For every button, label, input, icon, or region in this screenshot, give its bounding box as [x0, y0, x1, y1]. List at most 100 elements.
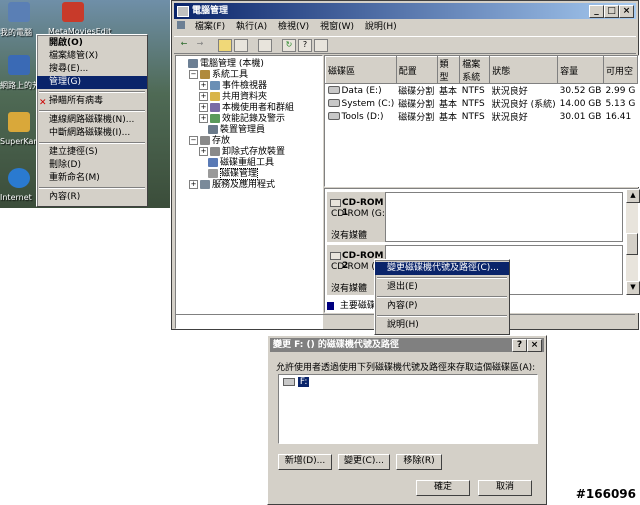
menu-help[interactable]: 說明(H) — [361, 20, 401, 35]
volume-icon — [327, 99, 340, 107]
dialog-close-button[interactable]: × — [527, 339, 542, 352]
change-button[interactable]: 變更(C)... — [338, 454, 390, 470]
back-icon[interactable]: ← — [178, 39, 190, 50]
tree-item[interactable]: + 本機使用者和群組 — [199, 103, 294, 114]
dialog-help-button[interactable]: ? — [512, 339, 527, 352]
list-item[interactable]: F: — [283, 377, 310, 387]
tree-node-icon — [210, 92, 220, 101]
column-capacity[interactable]: 容量 — [557, 56, 604, 84]
close-button[interactable]: × — [619, 5, 634, 18]
menu-search[interactable]: 搜尋(E)... — [37, 63, 147, 76]
dialog-titlebar[interactable]: 變更 F: () 的磁碟機代號及路徑 ? × — [270, 338, 544, 352]
expand-icon[interactable] — [199, 170, 206, 177]
tree-item[interactable]: + 服務及應用程式 — [189, 180, 275, 191]
cdrom-1-area[interactable] — [385, 192, 623, 242]
tree-item[interactable]: − 存放 — [189, 136, 230, 147]
tree-item[interactable]: + 卸除式存放裝置 — [199, 147, 285, 158]
menu-rename[interactable]: 重新命名(M) — [37, 172, 147, 185]
expand-icon[interactable]: + — [199, 147, 208, 156]
tree-item[interactable]: + 事件檢視器 — [199, 81, 267, 92]
menu-properties[interactable]: 內容(R) — [37, 191, 147, 204]
menu-create-shortcut[interactable]: 建立捷徑(S) — [37, 146, 147, 159]
tree-item[interactable]: − 系統工具 — [189, 70, 248, 81]
menu-open[interactable]: 開啟(O) — [37, 37, 147, 50]
tree-item-label: 系統工具 — [212, 70, 249, 80]
menu-disconnect-network-drive[interactable]: 中斷網路磁碟機(I)... — [37, 127, 147, 140]
movie-app-icon[interactable] — [62, 2, 84, 22]
menu-file[interactable]: 檔案(F) — [191, 20, 229, 35]
column-status[interactable]: 狀態 — [489, 56, 559, 84]
expand-icon[interactable]: + — [199, 103, 208, 112]
menu-scan-virus[interactable]: ✕ 掃瞄所有病毒 — [37, 95, 147, 108]
volume-table-header: 磁碟區 配置 類型 檔案系統 狀態 容量 可用空 — [325, 56, 638, 84]
refresh-icon[interactable]: ↻ — [282, 39, 296, 52]
menu-disk-properties[interactable]: 內容(P) — [375, 300, 509, 313]
cancel-button[interactable]: 取消 — [478, 480, 532, 496]
menu-manage[interactable]: 管理(G) — [37, 76, 147, 89]
volume-fs: NTFS — [461, 85, 485, 96]
tree-item[interactable]: 電腦管理 (本機) — [179, 59, 264, 70]
add-button[interactable]: 新增(D)... — [278, 454, 332, 470]
expand-icon[interactable]: + — [199, 114, 208, 123]
disk-icon[interactable] — [314, 39, 328, 52]
menu-explorer[interactable]: 檔案總管(X) — [37, 50, 147, 63]
menu-map-network-drive[interactable]: 連線網路磁碟機(N)... — [37, 114, 147, 127]
menu-view[interactable]: 檢視(V) — [274, 20, 313, 35]
menu-delete[interactable]: 刪除(D) — [37, 159, 147, 172]
vertical-scrollbar[interactable]: ▲ ▼ — [626, 189, 640, 295]
super-app-icon[interactable] — [8, 112, 30, 132]
minimize-button[interactable]: _ — [589, 5, 604, 18]
volume-type: 基本 — [439, 100, 458, 110]
column-volume[interactable]: 磁碟區 — [325, 56, 397, 84]
drive-path-list[interactable]: F: — [278, 374, 538, 444]
maximize-button[interactable]: □ — [604, 5, 619, 18]
expand-icon[interactable]: − — [189, 70, 198, 79]
expand-icon[interactable]: + — [199, 92, 208, 101]
menu-separator — [39, 142, 145, 144]
volume-list: 磁碟區 配置 類型 檔案系統 狀態 容量 可用空 Data (E:) 磁碟分割 … — [324, 55, 639, 187]
expand-icon[interactable]: − — [189, 136, 198, 145]
menu-change-drive-letter[interactable]: 變更磁碟機代號及路徑(C)... — [375, 262, 509, 275]
volume-capacity: 30.01 GB — [559, 111, 602, 122]
tree-item[interactable]: 裝置管理員 — [199, 125, 265, 136]
scroll-thumb[interactable] — [626, 233, 638, 255]
table-row[interactable]: Tools (D:) 磁碟分割 基本 NTFS 狀況良好 30.01 GB 16… — [326, 110, 638, 123]
up-folder-icon[interactable] — [218, 39, 232, 52]
window-titlebar[interactable]: 電腦管理 _ □ × — [174, 3, 636, 19]
column-layout[interactable]: 配置 — [395, 56, 438, 84]
column-type[interactable]: 類型 — [436, 56, 461, 84]
help-icon[interactable]: ? — [298, 39, 312, 52]
scroll-down-icon[interactable]: ▼ — [626, 281, 640, 295]
tree-node-icon — [210, 114, 220, 123]
volume-free: 16.41 — [605, 111, 632, 122]
menu-separator — [39, 110, 145, 112]
expand-icon[interactable] — [179, 60, 186, 67]
window-menu-icon[interactable] — [177, 21, 185, 29]
column-filesystem[interactable]: 檔案系統 — [459, 56, 491, 84]
expand-icon[interactable] — [199, 159, 206, 166]
column-free[interactable]: 可用空 — [602, 56, 638, 84]
forward-icon[interactable]: → — [194, 39, 206, 50]
tree-item[interactable]: 磁碟管理 — [199, 168, 259, 180]
expand-icon[interactable]: + — [189, 180, 198, 189]
properties-icon[interactable] — [258, 39, 272, 52]
cdrom-1-box[interactable]: CD-ROM 1 CD-ROM (G:) 沒有媒體 — [327, 192, 388, 242]
tree-item[interactable]: + 效能記錄及警示 — [199, 114, 285, 125]
menu-separator — [377, 296, 507, 298]
menu-window[interactable]: 視窗(W) — [316, 20, 358, 35]
ok-button[interactable]: 確定 — [416, 480, 470, 496]
internet-icon[interactable] — [8, 168, 30, 188]
tree-item[interactable]: + 共用資料夾 — [199, 92, 267, 103]
menu-disk-help[interactable]: 說明(H) — [375, 319, 509, 332]
scroll-up-icon[interactable]: ▲ — [626, 189, 640, 203]
menu-action[interactable]: 執行(A) — [232, 20, 271, 35]
expand-icon[interactable] — [199, 126, 206, 133]
table-row[interactable]: Data (E:) 磁碟分割 基本 NTFS 狀況良好 30.52 GB 2.9… — [326, 84, 638, 97]
my-computer-icon[interactable] — [8, 2, 30, 22]
expand-icon[interactable]: + — [199, 81, 208, 90]
network-places-icon[interactable] — [8, 55, 30, 75]
table-row[interactable]: System (C:) 磁碟分割 基本 NTFS 狀況良好 (系統) 14.00… — [326, 97, 638, 110]
remove-button[interactable]: 移除(R) — [396, 454, 442, 470]
show-tree-icon[interactable] — [234, 39, 248, 52]
menu-eject[interactable]: 退出(E) — [375, 281, 509, 294]
